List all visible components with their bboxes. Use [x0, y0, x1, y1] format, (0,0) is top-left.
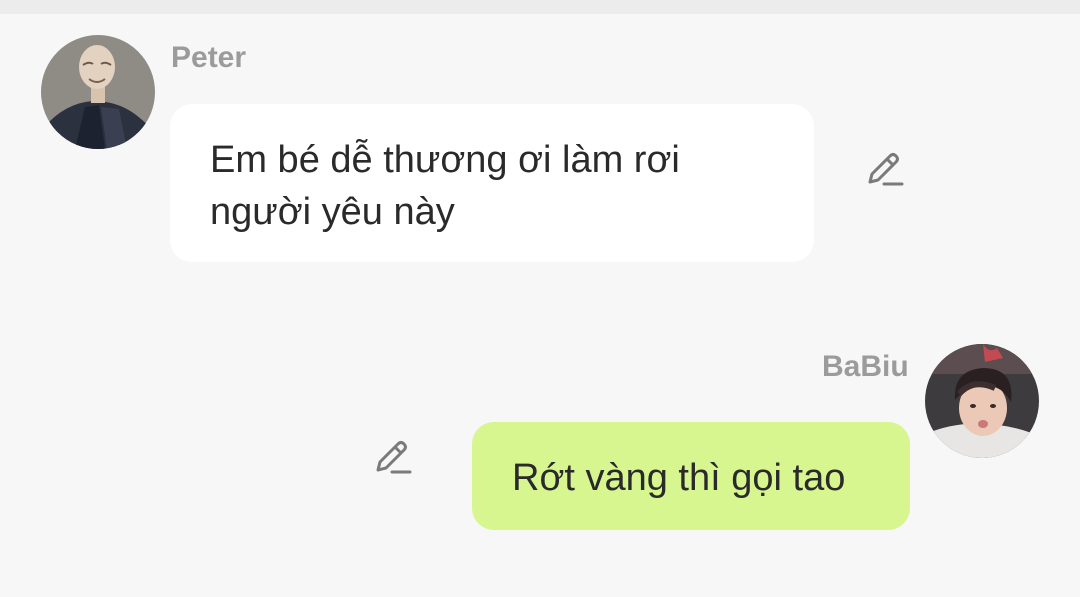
babiu-avatar[interactable] [925, 344, 1039, 458]
bald-man-avatar-image [41, 35, 155, 149]
pencil-edit-icon [868, 153, 904, 186]
top-strip [0, 0, 1080, 14]
message-text: Rớt vàng thì gọi tao [512, 457, 846, 499]
message-bubble-outgoing[interactable]: Rớt vàng thì gọi tao [472, 422, 910, 530]
young-person-avatar-image [925, 344, 1039, 458]
chat-thread[interactable]: Peter Em bé dễ thương ơi làm rơi người y… [0, 14, 1080, 597]
peter-avatar[interactable] [41, 35, 155, 149]
message-bubble-incoming[interactable]: Em bé dễ thương ơi làm rơi người yêu này [170, 104, 814, 262]
edit-message-button[interactable] [862, 148, 906, 192]
sender-name-peter: Peter [171, 41, 247, 74]
sender-name-babiu: BaBiu [822, 350, 909, 383]
pencil-edit-icon [376, 441, 412, 474]
message-text: Em bé dễ thương ơi làm rơi người yêu này [210, 139, 680, 233]
edit-message-button[interactable] [370, 436, 414, 480]
